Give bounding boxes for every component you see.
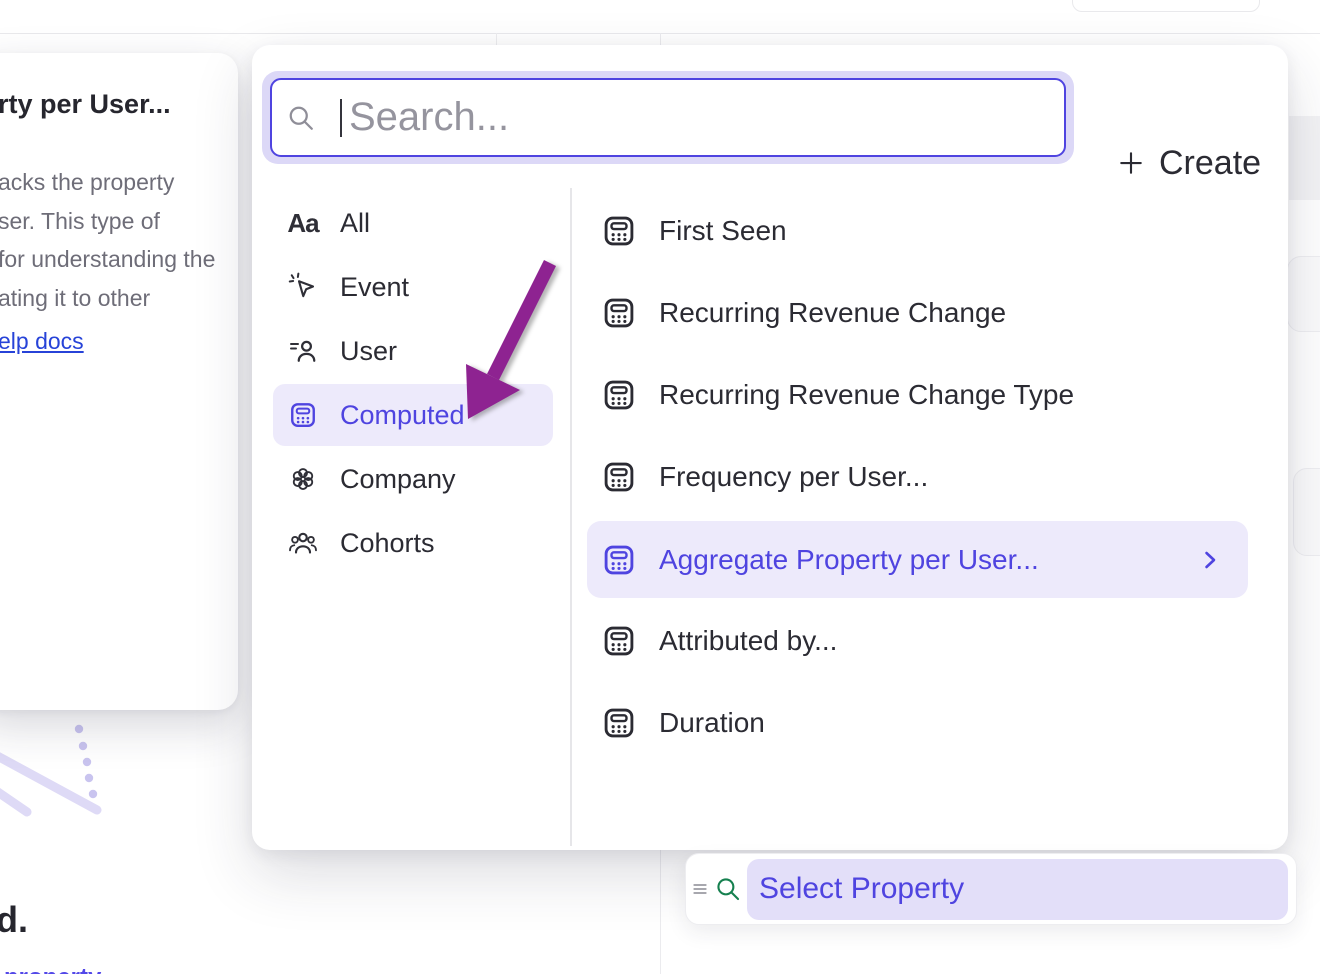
property-label: Attributed by...: [659, 625, 837, 657]
user-icon: [287, 335, 319, 367]
category-item-all[interactable]: Aa All: [273, 192, 553, 254]
property-search-icon: [714, 875, 742, 903]
tooltip-title: rty per User...: [0, 89, 171, 120]
category-label: Company: [340, 464, 456, 495]
property-label: Recurring Revenue Change: [659, 297, 1006, 329]
property-label: Recurring Revenue Change Type: [659, 379, 1074, 411]
page: d. property rty per User... acks the pro…: [0, 0, 1320, 974]
calculator-icon: [601, 295, 637, 331]
property-item-attributed-by[interactable]: Attributed by...: [587, 600, 1248, 682]
property-item-aggregate-property-per-user[interactable]: Aggregate Property per User...: [587, 521, 1248, 598]
property-item-duration[interactable]: Duration: [587, 682, 1248, 764]
category-item-cohorts[interactable]: Cohorts: [273, 512, 553, 574]
calculator-icon: [287, 399, 319, 431]
property-label: Aggregate Property per User...: [659, 544, 1039, 576]
calculator-icon: [601, 213, 637, 249]
text-cursor: [340, 99, 342, 137]
search-input[interactable]: [347, 94, 1064, 141]
create-button[interactable]: Create: [1110, 141, 1267, 185]
tooltip-body: acks the property ser. This type of for …: [0, 163, 215, 361]
background-panel-fragment: [1289, 116, 1320, 200]
category-item-company[interactable]: Company: [273, 448, 553, 510]
background-button-fragment: [1072, 0, 1260, 12]
property-item-recurring-revenue-change-type[interactable]: Recurring Revenue Change Type: [587, 354, 1248, 436]
event-cursor-icon: [287, 271, 319, 303]
property-item-first-seen[interactable]: First Seen: [587, 190, 1248, 272]
company-icon: [287, 463, 319, 495]
create-button-label: Create: [1159, 144, 1261, 183]
property-label: Duration: [659, 707, 765, 739]
chevron-right-icon: [1198, 548, 1222, 572]
calculator-icon: [601, 377, 637, 413]
category-label: Event: [340, 272, 409, 303]
background-card-fragment: [1293, 468, 1320, 556]
search-field[interactable]: [270, 78, 1066, 157]
truncated-heading: d.: [0, 899, 28, 941]
property-picker-modal: Create Aa All Event User: [252, 45, 1288, 850]
background-card-fragment: [1287, 256, 1320, 332]
tooltip-line: ating it to other: [0, 279, 215, 318]
property-selector-card: Select Property: [685, 853, 1297, 925]
calculator-icon: [601, 623, 637, 659]
property-tooltip-card: rty per User... acks the property ser. T…: [0, 53, 238, 710]
property-item-recurring-revenue-change[interactable]: Recurring Revenue Change: [587, 272, 1248, 354]
search-icon: [286, 103, 316, 133]
search-focus-ring: [262, 71, 1074, 164]
text-format-icon: Aa: [287, 207, 319, 239]
calculator-icon: [601, 542, 637, 578]
empty-state-illustration: [0, 715, 110, 825]
property-result-list: First Seen Recurring Revenue Change Recu…: [587, 190, 1248, 764]
category-label: All: [340, 208, 370, 239]
cohorts-icon: [287, 527, 319, 559]
tooltip-line: acks the property: [0, 163, 215, 202]
drag-handle-icon[interactable]: [690, 879, 710, 899]
category-label: Computed: [340, 400, 465, 431]
select-property-label: Select Property: [759, 872, 964, 906]
select-property-button[interactable]: Select Property: [747, 859, 1288, 920]
calculator-icon: [601, 705, 637, 741]
property-label: Frequency per User...: [659, 461, 928, 493]
category-label: Cohorts: [340, 528, 435, 559]
tooltip-line: ser. This type of: [0, 202, 215, 241]
truncated-link[interactable]: property: [4, 964, 101, 974]
modal-column-divider: [570, 188, 572, 846]
calculator-icon: [601, 459, 637, 495]
property-item-frequency-per-user[interactable]: Frequency per User...: [587, 436, 1248, 518]
plus-icon: [1116, 148, 1146, 178]
property-label: First Seen: [659, 215, 787, 247]
annotation-arrow: [455, 248, 570, 443]
help-docs-link[interactable]: elp docs: [0, 322, 84, 361]
category-label: User: [340, 336, 397, 367]
tooltip-line: for understanding the: [0, 240, 215, 279]
